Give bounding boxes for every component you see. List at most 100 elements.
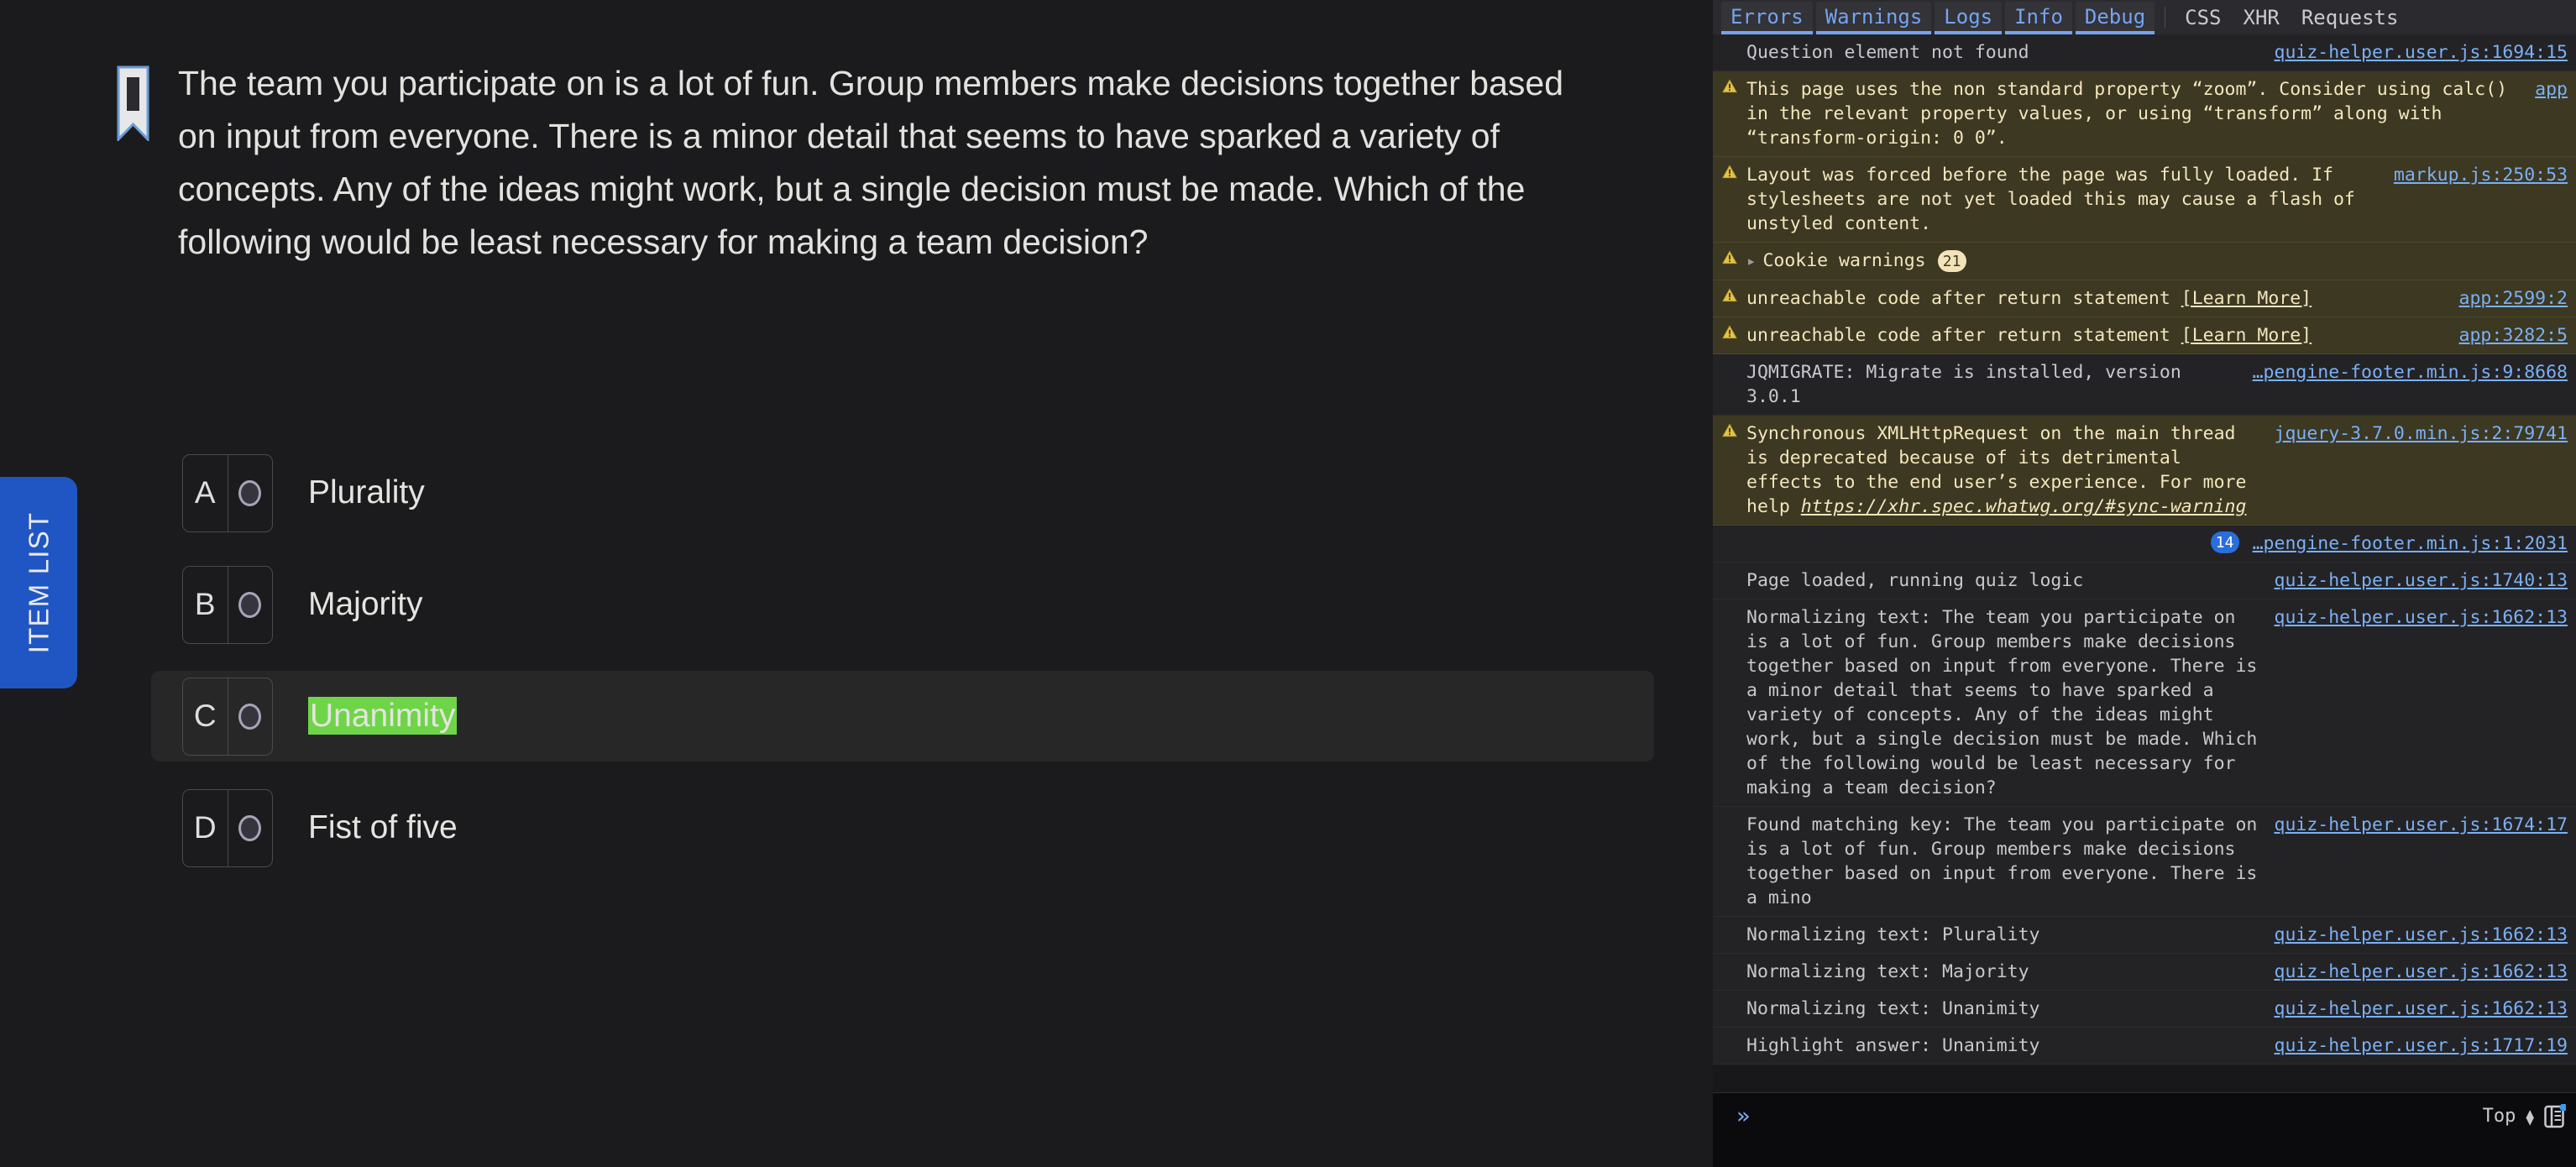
console-log-message: unreachable code after return statement … [1746, 286, 2459, 311]
console-row-right: quiz-helper.user.js:1662:13 [2275, 997, 2568, 1021]
console-row-right: app:3282:5 [2459, 323, 2568, 348]
option-label: Majority [308, 586, 423, 622]
console-row-right: quiz-helper.user.js:1740:13 [2275, 568, 2568, 593]
item-list-tab[interactable]: ITEM LIST [0, 477, 77, 688]
radio-button-icon[interactable] [238, 814, 262, 841]
learn-more-link[interactable]: [Learn More] [2181, 288, 2312, 309]
console-log-row[interactable]: unreachable code after return statement … [1713, 280, 2576, 317]
console-source-link[interactable]: markup.js:250:53 [2394, 163, 2568, 187]
option-box-d[interactable]: D [182, 788, 273, 867]
console-log-row[interactable]: unreachable code after return statement … [1713, 317, 2576, 354]
console-source-link[interactable]: …pengine-footer.min.js:1:2031 [2253, 531, 2568, 556]
console-source-link[interactable]: quiz-helper.user.js:1717:19 [2275, 1034, 2568, 1058]
radio-button-icon[interactable] [238, 591, 262, 618]
option-radio-cell[interactable] [228, 790, 273, 866]
console-filter-xhr[interactable]: XHR [2233, 0, 2291, 34]
console-log-row[interactable]: Highlight answer: Unanimity quiz-helper.u… [1713, 1028, 2576, 1065]
console-row-right: quiz-helper.user.js:1717:19 [2275, 1034, 2568, 1058]
console-filter-info[interactable]: Info [2005, 2, 2072, 34]
spec-url-link[interactable]: https://xhr.spec.whatwg.org/#sync-warnin… [1801, 496, 2247, 517]
log-row-icon-placeholder [1713, 923, 1746, 924]
chevron-updown-icon[interactable]: ▲ ▼ [2526, 1106, 2534, 1127]
console-filter-warnings[interactable]: Warnings [1815, 2, 1932, 34]
console-log-row[interactable]: JQMIGRATE: Migrate is installed, version… [1713, 354, 2576, 416]
log-row-icon-placeholder [1713, 960, 1746, 961]
console-source-link[interactable]: …pengine-footer.min.js:9:8668 [2253, 360, 2568, 385]
console-log-text: Question element not found [1746, 42, 2029, 63]
console-log-text: Normalizing text: The team you participa… [1746, 607, 2269, 798]
log-row-icon-placeholder [1713, 40, 1746, 42]
console-log-text: Found matching key: The team you partici… [1746, 814, 2269, 908]
radio-button-icon[interactable] [238, 479, 262, 506]
console-log-message: Layout was forced before the page was fu… [1746, 163, 2394, 236]
console-filter-requests[interactable]: Requests [2291, 0, 2410, 34]
warning-count-badge: 21 [1937, 250, 1966, 272]
console-source-link[interactable]: quiz-helper.user.js:1674:17 [2275, 813, 2568, 837]
console-filter-logs[interactable]: Logs [1935, 2, 2003, 34]
console-row-right: quiz-helper.user.js:1662:13 [2275, 605, 2568, 630]
console-log-row[interactable]: Normalizing text: Plurality quiz-helper.u… [1713, 917, 2576, 954]
console-source-link[interactable]: quiz-helper.user.js:1662:13 [2275, 960, 2568, 984]
console-log-row[interactable]: 14 …pengine-footer.min.js:1:2031 [1713, 526, 2576, 563]
expand-triangle-icon[interactable]: ▸ [1746, 249, 1756, 274]
answer-options-list: A Plurality B Majority C Unanimity D Fist of fi… [151, 447, 1654, 894]
console-log-row[interactable]: Layout was forced before the page was fu… [1713, 157, 2576, 243]
console-log-message: Normalizing text: The team you participa… [1746, 605, 2275, 800]
console-log-row[interactable]: Found matching key: The team you partici… [1713, 807, 2576, 917]
warning-triangle-icon [1713, 421, 1746, 437]
console-row-right: …pengine-footer.min.js:9:8668 [2253, 360, 2568, 385]
option-box-b[interactable]: B [182, 565, 273, 644]
console-source-link[interactable]: quiz-helper.user.js:1662:13 [2275, 997, 2568, 1021]
answer-option-a[interactable]: A Plurality [151, 447, 1654, 538]
console-log-text: JQMIGRATE: Migrate is installed, version… [1746, 362, 2192, 407]
console-log-text: Normalizing text: Majority [1746, 961, 2029, 982]
answer-option-b[interactable]: B Majority [151, 559, 1654, 650]
console-log-message: Found matching key: The team you partici… [1746, 813, 2275, 910]
console-log-text: Layout was forced before the page was fu… [1746, 165, 2366, 234]
console-log-message: Highlight answer: Unanimity [1746, 1034, 2275, 1058]
console-source-link[interactable]: quiz-helper.user.js:1694:15 [2275, 40, 2568, 65]
console-log-row[interactable]: Normalizing text: The team you participa… [1713, 599, 2576, 807]
radio-button-icon[interactable] [238, 703, 262, 730]
repeat-count-badge: 14 [2210, 531, 2239, 553]
console-log-row[interactable]: ▸ Cookie warnings 21 [1713, 243, 2576, 280]
console-log-row[interactable]: This page uses the non standard property… [1713, 71, 2576, 157]
option-box-a[interactable]: A [182, 453, 273, 532]
console-log-list[interactable]: Question element not found quiz-helper.us… [1713, 34, 2576, 1092]
console-filter-debug[interactable]: Debug [2075, 2, 2155, 34]
answer-option-c[interactable]: C Unanimity [151, 671, 1654, 761]
console-source-link[interactable]: quiz-helper.user.js:1662:13 [2275, 923, 2568, 947]
bookmark-flag-icon[interactable] [117, 65, 149, 143]
quiz-pane: ITEM LIST The team you participate on is… [0, 0, 1713, 1167]
log-row-icon-placeholder [1713, 531, 1746, 533]
frame-selector-label[interactable]: Top [2483, 1106, 2516, 1127]
app-root: ITEM LIST The team you participate on is… [0, 0, 2576, 1167]
console-source-link[interactable]: jquery-3.7.0.min.js:2:79741 [2275, 421, 2568, 446]
console-source-link[interactable]: quiz-helper.user.js:1662:13 [2275, 605, 2568, 630]
console-source-link[interactable]: app [2535, 77, 2568, 102]
console-log-row[interactable]: Question element not found quiz-helper.us… [1713, 34, 2576, 71]
option-radio-cell[interactable] [228, 567, 273, 643]
expand-console-chevrons-icon[interactable]: » [1736, 1103, 1750, 1129]
option-label: Plurality [308, 474, 425, 510]
console-log-row[interactable]: Normalizing text: Unanimity quiz-helper.u… [1713, 991, 2576, 1028]
split-console-icon[interactable] [2544, 1103, 2568, 1129]
console-source-link[interactable]: app:2599:2 [2459, 286, 2568, 311]
console-row-right: app [2535, 77, 2568, 102]
console-log-row[interactable]: Synchronous XMLHttpRequest on the main t… [1713, 416, 2576, 526]
console-source-link[interactable]: app:3282:5 [2459, 323, 2568, 348]
option-box-c[interactable]: C [182, 677, 273, 756]
option-radio-cell[interactable] [228, 678, 273, 755]
console-source-link[interactable]: quiz-helper.user.js:1740:13 [2275, 568, 2568, 593]
answer-option-d[interactable]: D Fist of five [151, 782, 1654, 873]
log-row-icon-placeholder [1713, 360, 1746, 362]
console-log-row[interactable]: Page loaded, running quiz logic quiz-help… [1713, 563, 2576, 599]
warning-triangle-icon [1713, 77, 1746, 93]
console-filter-css[interactable]: CSS [2174, 0, 2232, 34]
console-log-row[interactable]: Normalizing text: Majority quiz-helper.us… [1713, 954, 2576, 991]
learn-more-link[interactable]: [Learn More] [2181, 325, 2312, 346]
console-row-right: app:2599:2 [2459, 286, 2568, 311]
option-radio-cell[interactable] [228, 455, 273, 531]
console-filter-errors[interactable]: Errors [1721, 2, 1813, 34]
console-row-right: quiz-helper.user.js:1662:13 [2275, 923, 2568, 947]
